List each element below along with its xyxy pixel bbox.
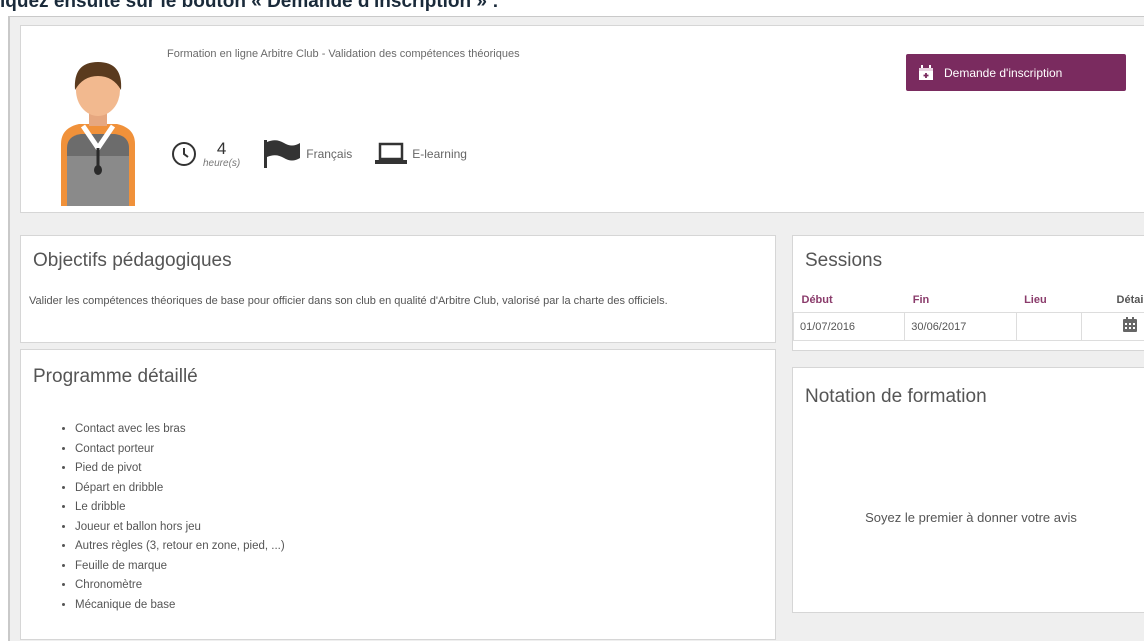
table-row: 01/07/2016 30/06/2017 xyxy=(792,312,1144,341)
list-item: Chronomètre xyxy=(75,576,285,596)
duration-unit: heure(s) xyxy=(203,157,241,169)
list-item: Contact avec les bras xyxy=(75,420,285,440)
program-list: Contact avec les bras Contact porteur Pi… xyxy=(57,420,285,615)
enrollment-request-label: Demande d'inscription xyxy=(944,65,1063,80)
rating-title: Notation de formation xyxy=(805,386,987,407)
list-item: Contact porteur xyxy=(75,440,285,460)
calendar-plus-icon xyxy=(918,64,934,81)
rating-empty-text: Soyez le premier à donner votre avis xyxy=(865,510,1077,525)
objectives-title: Objectifs pédagogiques xyxy=(33,250,232,271)
list-item: Joueur et ballon hors jeu xyxy=(75,518,285,538)
column-start: Début xyxy=(801,294,833,306)
course-page: Formation en ligne Arbitre Club - Valida… xyxy=(8,16,1144,641)
flag-icon xyxy=(264,140,301,168)
language-label: Français xyxy=(306,147,353,161)
list-item: Le dribble xyxy=(75,498,285,518)
session-start: 01/07/2016 xyxy=(792,312,906,341)
rating-panel: Notation de formation Soyez le premier à… xyxy=(792,367,1144,613)
table-header-row: Début Fin Lieu Détail xyxy=(794,292,1144,313)
laptop-icon xyxy=(375,142,408,164)
program-title: Programme détaillé xyxy=(33,366,198,387)
column-place: Lieu xyxy=(1024,294,1047,306)
session-end: 30/06/2017 xyxy=(904,312,1017,341)
list-item: Feuille de marque xyxy=(75,557,285,577)
objectives-text: Valider les compétences théoriques de ba… xyxy=(29,295,668,307)
language: Français xyxy=(262,138,352,170)
sessions-title: Sessions xyxy=(805,250,883,271)
session-place xyxy=(1015,312,1082,341)
instruction-caption: iquez ensuite sur le bouton « Demande d'… xyxy=(0,0,499,12)
course-title: Formation en ligne Arbitre Club - Valida… xyxy=(167,48,520,60)
calendar-icon[interactable] xyxy=(1122,317,1138,333)
enrollment-request-button[interactable]: Demande d'inscription xyxy=(906,54,1126,91)
duration-value: 4 xyxy=(216,138,227,158)
course-meta: 4 heure(s) Français E-learning xyxy=(171,126,489,182)
delivery-mode: E-learning xyxy=(374,141,467,167)
sessions-table: Début Fin Lieu Détail 01/07/2016 30/06/2… xyxy=(792,292,1144,341)
session-detail xyxy=(1080,312,1144,341)
sessions-panel: Sessions Début Fin Lieu Détail 01/07/201… xyxy=(792,235,1144,351)
course-header: Formation en ligne Arbitre Club - Valida… xyxy=(20,25,1144,213)
objectives-panel: Objectifs pédagogiques Valider les compé… xyxy=(20,235,776,343)
list-item: Mécanique de base xyxy=(75,596,285,616)
column-end: Fin xyxy=(912,294,930,306)
column-detail: Détail xyxy=(1116,294,1144,306)
referee-avatar-icon xyxy=(61,62,135,206)
list-item: Pied de pivot xyxy=(75,459,285,479)
delivery-mode-label: E-learning xyxy=(412,147,467,161)
list-item: Départ en dribble xyxy=(75,479,285,499)
program-panel: Programme détaillé Contact avec les bras… xyxy=(20,349,776,640)
list-item: Autres règles (3, retour en zone, pied, … xyxy=(75,537,285,557)
clock-icon xyxy=(172,142,196,166)
duration: 4 heure(s) xyxy=(171,140,240,169)
